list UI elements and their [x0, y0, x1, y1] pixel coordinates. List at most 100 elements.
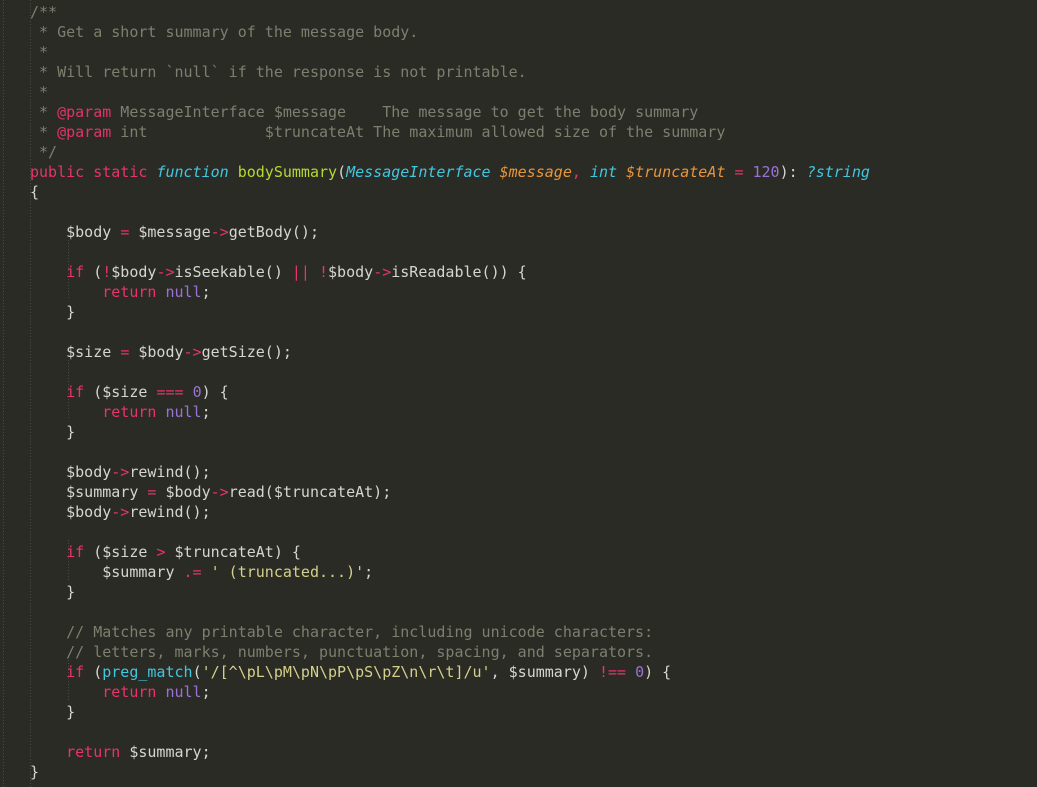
token-pl: ( [192, 663, 202, 681]
token-pl: isSeekable() [174, 263, 292, 281]
code-line[interactable]: * [0, 42, 870, 62]
code-line[interactable]: /** [0, 2, 870, 22]
token-var: $message [499, 163, 572, 181]
code-line[interactable]: if (!$body->isSeekable() || !$body->isRe… [0, 262, 870, 282]
token-pl: ) { [644, 663, 672, 681]
token-kw: if [66, 663, 85, 681]
token-op: ! [102, 263, 112, 281]
token-cmt: */ [30, 143, 58, 161]
code-line[interactable] [0, 602, 870, 622]
token-pl: ; [201, 283, 211, 301]
code-line[interactable]: } [0, 302, 870, 322]
token-num: null [165, 283, 202, 301]
code-content[interactable]: /** * Get a short summary of the message… [0, 0, 870, 787]
token-pl: : [788, 163, 798, 181]
token-kw: if [66, 383, 85, 401]
token-cmt: * [30, 103, 58, 121]
token-tag: @param [57, 123, 112, 141]
token-pl: $summary [30, 483, 148, 501]
code-line[interactable] [0, 442, 870, 462]
code-line[interactable]: // Matches any printable character, incl… [0, 622, 870, 642]
token-brc: { [30, 183, 40, 201]
code-line[interactable] [0, 202, 870, 222]
token-pl: ( [84, 263, 103, 281]
token-pl: $body [30, 463, 112, 481]
code-editor-viewport[interactable]: /** * Get a short summary of the message… [0, 0, 1037, 787]
code-line[interactable]: * Will return `null` if the response is … [0, 62, 870, 82]
token-cmt: * Will return `null` if the response is … [30, 63, 527, 81]
token-op: !== [598, 663, 627, 681]
token-pl: $body [30, 223, 121, 241]
code-line[interactable]: $body->rewind(); [0, 502, 870, 522]
token-pl: getBody(); [228, 223, 319, 241]
code-line[interactable]: * [0, 82, 870, 102]
token-var: $truncateAt [626, 163, 726, 181]
code-line[interactable]: if ($size > $truncateAt) { [0, 542, 870, 562]
token-cmt: int $truncateAt The maximum allowed size… [111, 123, 726, 141]
token-pl: $body [156, 483, 211, 501]
token-pl: read($truncateAt); [228, 483, 392, 501]
code-line[interactable]: public static function bodySummary(Messa… [0, 162, 870, 182]
token-op: = [120, 343, 130, 361]
token-pl: $size [30, 343, 121, 361]
token-pl: ( [84, 663, 103, 681]
token-op: -> [210, 483, 229, 501]
code-line[interactable]: return $summary; [0, 742, 870, 762]
code-line[interactable] [0, 242, 870, 262]
code-line[interactable]: $body = $message->getBody(); [0, 222, 870, 242]
code-line[interactable]: { [0, 182, 870, 202]
token-pl: $body [328, 263, 374, 281]
code-line[interactable] [0, 362, 870, 382]
token-brc: } [30, 303, 76, 321]
code-line[interactable] [0, 322, 870, 342]
token-tag: @param [57, 103, 112, 121]
token-kw: return [66, 743, 121, 761]
code-line[interactable] [0, 522, 870, 542]
code-line[interactable]: $summary .= ' (truncated...)'; [0, 562, 870, 582]
code-line[interactable]: * @param MessageInterface $message The m… [0, 102, 870, 122]
token-op: || [291, 263, 310, 281]
code-line[interactable]: return null; [0, 682, 870, 702]
code-line[interactable]: } [0, 422, 870, 442]
token-cmt: * [30, 83, 49, 101]
code-line[interactable]: */ [0, 142, 870, 162]
token-op: -> [210, 223, 229, 241]
code-line[interactable]: return null; [0, 402, 870, 422]
code-line[interactable]: $body->rewind(); [0, 462, 870, 482]
token-str: '/[^\pL\pM\pN\pP\pS\pZ\n\r\t]/u' [201, 663, 491, 681]
code-line[interactable]: * @param int $truncateAt The maximum all… [0, 122, 870, 142]
token-type: ?string [806, 163, 870, 181]
token-op: === [156, 383, 184, 401]
token-cmt: * [30, 43, 49, 61]
code-line[interactable]: $summary = $body->read($truncateAt); [0, 482, 870, 502]
token-pl: ( [337, 163, 347, 181]
token-cmt: // Matches any printable character, incl… [30, 623, 654, 641]
code-line[interactable]: if (preg_match('/[^\pL\pM\pN\pP\pS\pZ\n\… [0, 662, 870, 682]
token-brc: } [30, 703, 76, 721]
token-pl: rewind(); [129, 463, 211, 481]
code-line[interactable]: // letters, marks, numbers, punctuation,… [0, 642, 870, 662]
token-brc: } [30, 763, 40, 781]
code-line[interactable] [0, 722, 870, 742]
token-str: ' (truncated...)' [210, 563, 365, 581]
code-line[interactable]: $size = $body->getSize(); [0, 342, 870, 362]
code-line[interactable]: } [0, 582, 870, 602]
code-line[interactable]: } [0, 762, 870, 782]
code-line[interactable]: if ($size === 0) { [0, 382, 870, 402]
code-line[interactable]: * Get a short summary of the message bod… [0, 22, 870, 42]
code-line[interactable]: } [0, 702, 870, 722]
code-line[interactable] [0, 782, 870, 787]
token-kw: if [66, 543, 85, 561]
code-line[interactable]: return null; [0, 282, 870, 302]
token-type: int [589, 163, 618, 181]
